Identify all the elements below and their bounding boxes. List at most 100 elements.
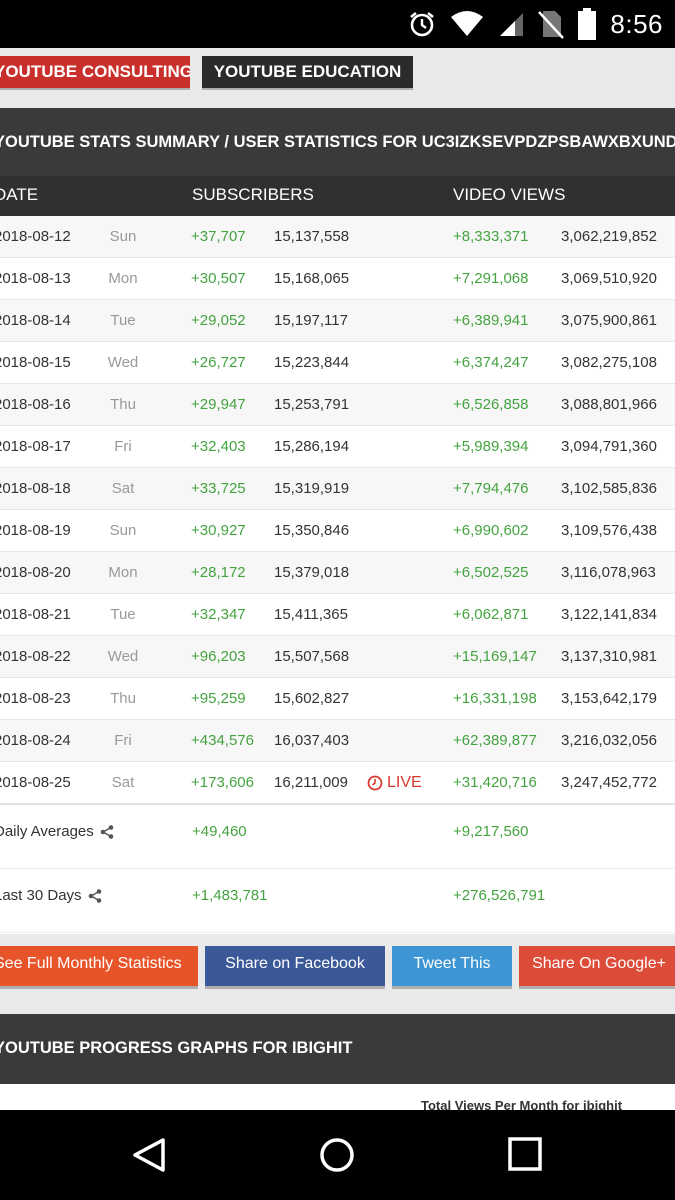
row-day: Wed bbox=[107, 648, 139, 665]
row-date: 2018-08-15 bbox=[0, 354, 71, 371]
row-date: 2018-08-19 bbox=[0, 522, 71, 539]
row-date: 2018-08-14 bbox=[0, 312, 71, 329]
row-day: Thu bbox=[110, 690, 136, 707]
share-buttons: See Full Monthly Statistics Share on Fac… bbox=[0, 946, 675, 988]
home-icon[interactable] bbox=[318, 1136, 356, 1174]
row-day: Tue bbox=[110, 606, 136, 623]
back-icon[interactable] bbox=[131, 1136, 169, 1174]
row-view-total: 3,153,642,179 bbox=[561, 690, 657, 707]
live-indicator[interactable]: LIVE bbox=[367, 762, 422, 804]
table-row: 2018-08-16 Thu +29,947 15,253,791 +6,526… bbox=[0, 384, 675, 426]
system-nav-bar bbox=[0, 1110, 675, 1200]
row-view-total: 3,116,078,963 bbox=[561, 564, 656, 581]
recents-icon[interactable] bbox=[507, 1136, 543, 1172]
row-sub-total: 15,350,846 bbox=[274, 522, 350, 539]
row-sub-total: 15,411,365 bbox=[274, 606, 348, 623]
row-view-total: 3,075,900,861 bbox=[561, 312, 657, 329]
row-day: Fri bbox=[114, 732, 132, 749]
row-sub-total: 15,379,018 bbox=[274, 564, 350, 581]
table-row: 2018-08-17 Fri +32,403 15,286,194 +5,989… bbox=[0, 426, 675, 468]
last-30-days-label: Last 30 Days bbox=[0, 887, 102, 904]
row-view-delta: +16,331,198 bbox=[453, 690, 537, 707]
row-sub-total: 15,319,919 bbox=[274, 480, 350, 497]
last-30-subscribers: +1,483,781 bbox=[192, 887, 268, 904]
table-row: 2018-08-15 Wed +26,727 15,223,844 +6,374… bbox=[0, 342, 675, 384]
row-view-total: 3,082,275,108 bbox=[561, 354, 657, 371]
row-date: 2018-08-22 bbox=[0, 648, 71, 665]
row-sub-delta: +29,052 bbox=[191, 312, 246, 329]
youtube-education-button[interactable]: YOUTUBE EDUCATION bbox=[202, 56, 413, 88]
row-view-delta: +6,389,941 bbox=[453, 312, 529, 329]
row-date: 2018-08-12 bbox=[0, 228, 71, 245]
row-day: Fri bbox=[114, 438, 132, 455]
live-label: LIVE bbox=[387, 774, 422, 791]
row-view-delta: +62,389,877 bbox=[453, 732, 537, 749]
row-view-delta: +6,526,858 bbox=[453, 396, 529, 413]
table-row: 2018-08-25 Sat +173,606 16,211,009 LIVE … bbox=[0, 762, 675, 804]
row-date: 2018-08-20 bbox=[0, 564, 71, 581]
row-sub-delta: +96,203 bbox=[191, 648, 246, 665]
wifi-icon bbox=[451, 11, 484, 36]
row-sub-total: 15,507,568 bbox=[274, 648, 350, 665]
row-view-total: 3,247,452,772 bbox=[561, 774, 657, 791]
table-row: 2018-08-13 Mon +30,507 15,168,065 +7,291… bbox=[0, 258, 675, 300]
share-google-button[interactable]: Share On Google+ bbox=[519, 946, 675, 986]
header-video-views: VIDEO VIEWS bbox=[453, 185, 566, 204]
row-sub-total: 15,253,791 bbox=[274, 396, 350, 413]
table-row: 2018-08-23 Thu +95,259 15,602,827 +16,33… bbox=[0, 678, 675, 720]
row-sub-delta: +30,507 bbox=[191, 270, 246, 287]
row-day: Sat bbox=[111, 480, 135, 497]
row-date: 2018-08-23 bbox=[0, 690, 71, 707]
table-header: DATE SUBSCRIBERS VIDEO VIEWS bbox=[0, 176, 675, 216]
row-sub-delta: +29,947 bbox=[191, 396, 246, 413]
row-day: Tue bbox=[110, 312, 136, 329]
table-row: 2018-08-12 Sun +37,707 15,137,558 +8,333… bbox=[0, 216, 675, 258]
clock-icon bbox=[367, 775, 383, 791]
monthly-statistics-button[interactable]: See Full Monthly Statistics bbox=[0, 946, 198, 986]
row-sub-total: 15,137,558 bbox=[274, 228, 350, 245]
row-day: Sun bbox=[109, 228, 137, 245]
progress-graphs-header: YOUTUBE PROGRESS GRAPHS FOR IBIGHIT bbox=[0, 1014, 675, 1084]
share-icon[interactable] bbox=[88, 888, 102, 903]
youtube-consulting-button[interactable]: YOUTUBE CONSULTING bbox=[0, 56, 190, 88]
row-view-delta: +31,420,716 bbox=[453, 774, 537, 791]
last-30-views: +276,526,791 bbox=[453, 887, 546, 904]
row-date: 2018-08-17 bbox=[0, 438, 71, 455]
status-icons: 8:56 bbox=[408, 0, 663, 48]
row-view-delta: +6,990,602 bbox=[453, 522, 529, 539]
stats-summary-header: YOUTUBE STATS SUMMARY / USER STATISTICS … bbox=[0, 108, 675, 176]
row-view-total: 3,088,801,966 bbox=[561, 396, 657, 413]
stats-table: DATE SUBSCRIBERS VIDEO VIEWS 2018-08-12 … bbox=[0, 176, 675, 804]
row-date: 2018-08-18 bbox=[0, 480, 71, 497]
row-day: Mon bbox=[108, 270, 138, 287]
daily-averages-row: Daily Averages +49,460 +9,217,560 bbox=[0, 805, 675, 869]
graph-area: Total Views Per Month for ibighit bbox=[0, 1084, 675, 1110]
row-day: Sun bbox=[109, 522, 137, 539]
row-sub-delta: +173,606 bbox=[191, 774, 254, 791]
row-view-total: 3,062,219,852 bbox=[561, 228, 657, 245]
row-view-total: 3,122,141,834 bbox=[561, 606, 657, 623]
row-sub-total: 15,197,117 bbox=[274, 312, 348, 329]
table-row: 2018-08-20 Mon +28,172 15,379,018 +6,502… bbox=[0, 552, 675, 594]
last-30-days-row: Last 30 Days +1,483,781 +276,526,791 bbox=[0, 869, 675, 933]
row-view-total: 3,109,576,438 bbox=[561, 522, 657, 539]
row-view-delta: +7,291,068 bbox=[453, 270, 529, 287]
averages-section: Daily Averages +49,460 +9,217,560 Last 3… bbox=[0, 804, 675, 934]
row-sub-delta: +30,927 bbox=[191, 522, 246, 539]
row-view-delta: +6,062,871 bbox=[453, 606, 529, 623]
row-date: 2018-08-16 bbox=[0, 396, 71, 413]
tweet-button[interactable]: Tweet This bbox=[392, 946, 512, 986]
table-row: 2018-08-18 Sat +33,725 15,319,919 +7,794… bbox=[0, 468, 675, 510]
row-view-total: 3,137,310,981 bbox=[561, 648, 657, 665]
share-facebook-button[interactable]: Share on Facebook bbox=[205, 946, 385, 986]
row-day: Thu bbox=[110, 396, 136, 413]
page-content: YOUTUBE CONSULTING YOUTUBE EDUCATION YOU… bbox=[0, 48, 675, 1110]
row-view-delta: +6,502,525 bbox=[453, 564, 529, 581]
row-sub-delta: +32,347 bbox=[191, 606, 246, 623]
graph-title: Total Views Per Month for ibighit bbox=[421, 1098, 623, 1110]
row-date: 2018-08-13 bbox=[0, 270, 71, 287]
share-icon[interactable] bbox=[100, 824, 114, 839]
row-sub-delta: +33,725 bbox=[191, 480, 246, 497]
alarm-icon bbox=[410, 11, 435, 37]
row-view-total: 3,094,791,360 bbox=[561, 438, 657, 455]
